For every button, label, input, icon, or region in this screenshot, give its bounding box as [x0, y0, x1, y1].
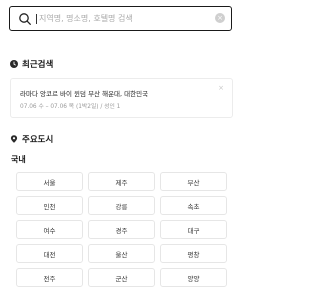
clock-icon — [10, 60, 18, 68]
recent-search-details: 07.06 수 – 07.06 목 (1박2일) / 성인 1 — [20, 104, 121, 110]
search-input[interactable] — [36, 13, 209, 24]
city-button[interactable]: 평창 — [160, 244, 227, 263]
city-button[interactable]: 제주 — [88, 172, 155, 191]
city-button[interactable]: 부산 — [160, 172, 227, 191]
location-pin-icon — [10, 135, 18, 143]
city-button[interactable]: 전주 — [16, 268, 83, 287]
city-button[interactable]: 대전 — [16, 244, 83, 263]
recent-search-item[interactable]: 라마다 앙코르 바이 윈덤 부산 해운대, 대한민국 07.06 수 – 07.… — [10, 78, 233, 118]
recent-searches-header: 최근검색 — [10, 58, 53, 70]
domestic-label: 국내 — [11, 155, 26, 164]
clear-search-button[interactable]: × — [215, 13, 225, 23]
search-icon — [19, 12, 31, 25]
city-grid: 서울 제주 부산 인천 강릉 속초 여수 경주 대구 대전 울산 평창 전주 군… — [16, 172, 230, 287]
city-button[interactable]: 대구 — [160, 220, 227, 239]
city-button[interactable]: 양양 — [160, 268, 227, 287]
popular-cities-title: 주요도시 — [22, 135, 54, 145]
city-button[interactable]: 경주 — [88, 220, 155, 239]
remove-recent-search-button[interactable]: × — [218, 84, 224, 92]
city-button[interactable]: 인천 — [16, 196, 83, 215]
city-button[interactable]: 속초 — [160, 196, 227, 215]
recent-search-title: 라마다 앙코르 바이 윈덤 부산 해운대, 대한민국 — [20, 90, 149, 98]
city-button[interactable]: 울산 — [88, 244, 155, 263]
city-button[interactable]: 강릉 — [88, 196, 155, 215]
search-box[interactable]: × — [9, 6, 232, 31]
city-button[interactable]: 서울 — [16, 172, 83, 191]
recent-searches-title: 최근검색 — [22, 60, 54, 70]
city-button[interactable]: 여수 — [16, 220, 83, 239]
city-button[interactable]: 군산 — [88, 268, 155, 287]
popular-cities-header: 주요도시 — [10, 133, 53, 145]
